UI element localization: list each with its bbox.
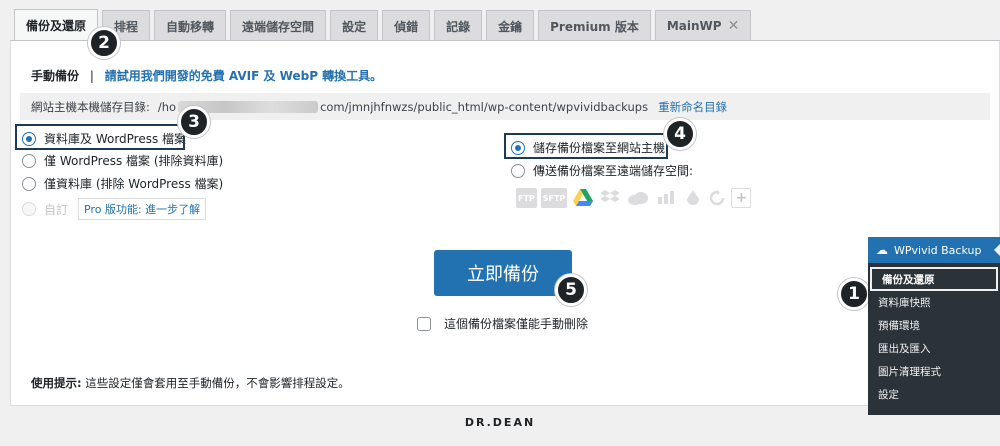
storage-icon-row: FTP SFTP +	[516, 188, 752, 208]
option-label: 僅 WordPress 檔案 (排除資料庫)	[44, 154, 224, 168]
backblaze-icon[interactable]	[683, 188, 703, 208]
panel-title: 手動備份	[31, 69, 80, 83]
onedrive-icon[interactable]	[625, 188, 651, 208]
tip-prefix: 使用提示:	[31, 376, 82, 390]
tab-mainwp[interactable]: MainWP ✕	[654, 10, 752, 41]
refresh-icon[interactable]	[707, 188, 727, 208]
sftp-icon[interactable]: SFTP	[540, 188, 568, 208]
tip-text: 這些設定僅會套用至手動備份，不會影響排程設定。	[81, 376, 350, 390]
menu-title: WPvivid Backup	[894, 243, 982, 257]
pro-feature-link[interactable]: Pro 版功能: 進一步了解	[78, 198, 207, 220]
s3-icon[interactable]	[655, 188, 679, 208]
add-storage-icon[interactable]: +	[731, 188, 752, 208]
wpvivid-menu-header[interactable]: ☁ WPvivid Backup	[868, 237, 1000, 263]
sidebar-item-settings[interactable]: 設定	[868, 383, 1000, 406]
tab-logs[interactable]: 記錄	[434, 10, 483, 41]
option-send-remote[interactable]: 傳送備份檔案至遠端儲存空間:	[511, 162, 693, 179]
highlight-box	[15, 124, 185, 150]
tab-mainwp-label: MainWP	[666, 19, 722, 33]
panel-header: 手動備份 | 請試用我們開發的免費 AVIF 及 WebP 轉換工具。	[31, 67, 382, 84]
logo-text: DR.DEAN	[464, 416, 536, 429]
radio-custom	[22, 202, 36, 216]
wpvivid-admin-menu: ☁ WPvivid Backup 備份及還原 資料庫快照 預備環境 匯出及匯入 …	[868, 237, 1000, 415]
close-icon[interactable]: ✕	[728, 18, 740, 34]
google-drive-icon[interactable]	[571, 188, 595, 208]
tab-premium[interactable]: Premium 版本	[538, 10, 651, 41]
option-label: 僅資料庫 (排除 WordPress 檔案)	[44, 177, 224, 191]
radio-send-remote[interactable]	[511, 163, 525, 178]
backup-now-button[interactable]: 立即備份	[434, 250, 572, 296]
tab-backup-restore[interactable]: 備份及還原	[14, 9, 99, 41]
step-badge-3: 3	[178, 106, 210, 138]
step-badge-1: 1	[838, 278, 870, 310]
tab-key[interactable]: 金鑰	[486, 10, 535, 41]
rename-directory-link[interactable]: 重新命名目錄	[658, 99, 727, 115]
step-badge-5: 5	[555, 274, 587, 306]
promo-link[interactable]: 請試用我們開發的免費 AVIF 及 WebP 轉換工具。	[105, 69, 382, 83]
sidebar-item-backup-restore[interactable]: 備份及還原	[870, 267, 998, 291]
manual-delete-option[interactable]: 這個備份檔案僅能手動刪除	[417, 315, 588, 332]
sidebar-item-export-import[interactable]: 匯出及匯入	[868, 337, 1000, 360]
option-label: 自訂	[44, 202, 69, 217]
tab-remote-storage[interactable]: 遠端儲存空間	[230, 10, 327, 41]
manual-delete-checkbox[interactable]	[417, 316, 431, 331]
path-prefix: /ho	[157, 99, 177, 114]
option-files-only[interactable]: 僅 WordPress 檔案 (排除資料庫)	[22, 152, 223, 169]
sidebar-item-image-cleaner[interactable]: 圖片清理程式	[868, 360, 1000, 383]
header-separator: |	[89, 69, 94, 83]
path-suffix: com/jmnjhfnwzs/public_html/wp-content/wp…	[320, 99, 649, 114]
option-db-only[interactable]: 僅資料庫 (排除 WordPress 檔案)	[22, 175, 223, 192]
tab-settings[interactable]: 設定	[330, 10, 379, 41]
local-storage-path: 網站主機本機儲存目錄: /ho com/jmnjhfnwzs/public_ht…	[20, 93, 990, 120]
manual-delete-label: 這個備份檔案僅能手動刪除	[444, 317, 589, 331]
sidebar-item-db-snapshot[interactable]: 資料庫快照	[868, 291, 1000, 314]
sidebar-item-staging[interactable]: 預備環境	[868, 314, 1000, 337]
tab-debug[interactable]: 偵錯	[382, 10, 431, 41]
radio-db-only[interactable]	[22, 176, 36, 191]
usage-tip: 使用提示: 這些設定僅會套用至手動備份，不會影響排程設定。	[31, 375, 350, 391]
option-label: 傳送備份檔案至遠端儲存空間:	[533, 164, 694, 178]
ftp-icon[interactable]: FTP	[516, 188, 537, 208]
option-custom: 自訂 Pro 版功能: 進一步了解	[22, 198, 207, 220]
cloud-icon: ☁	[876, 243, 888, 257]
manual-backup-panel: 手動備份 | 請試用我們開發的免費 AVIF 及 WebP 轉換工具。 網站主機…	[10, 41, 1000, 406]
tab-bar: 備份及還原 排程 自動移轉 遠端儲存空間 設定 偵錯 記錄 金鑰 Premium…	[14, 9, 1000, 41]
watermark-logo: DR.DEAN	[0, 416, 1000, 429]
tab-auto-migration[interactable]: 自動移轉	[154, 10, 227, 41]
radio-files-only[interactable]	[22, 153, 36, 168]
dropbox-icon[interactable]	[599, 188, 621, 208]
highlight-box	[504, 133, 668, 159]
step-badge-2: 2	[88, 27, 120, 59]
step-badge-4: 4	[664, 118, 696, 150]
path-label: 網站主機本機儲存目錄:	[31, 99, 150, 114]
